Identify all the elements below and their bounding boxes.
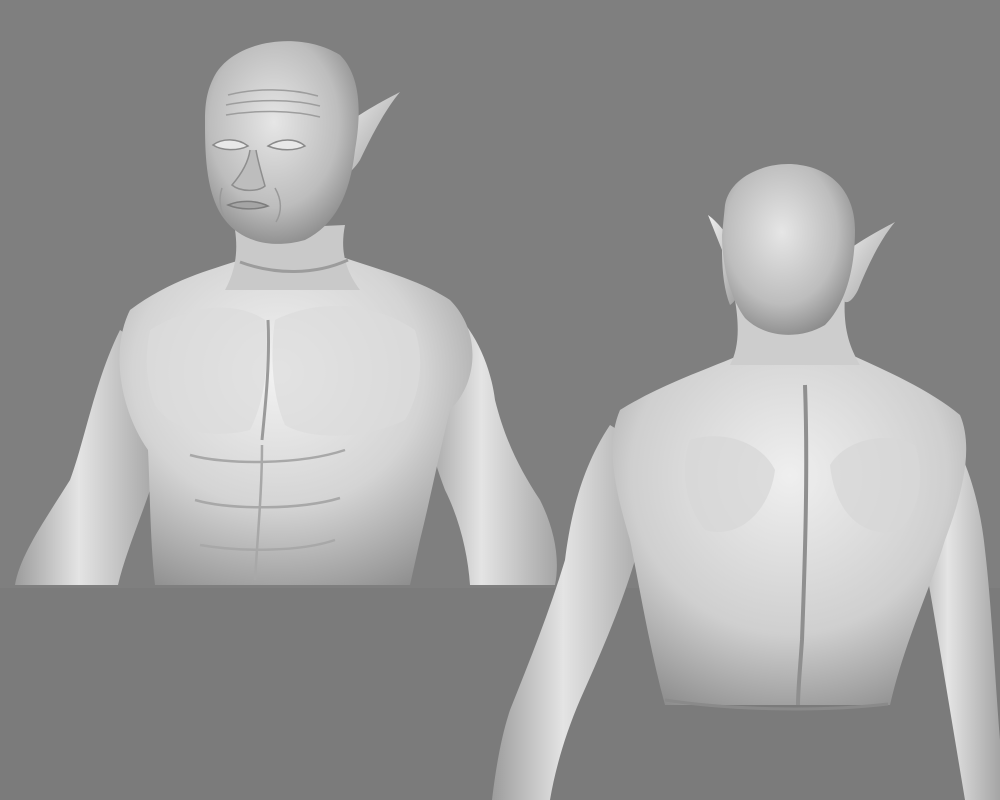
front-pectoral-left	[146, 307, 267, 434]
front-pectoral-right	[272, 306, 421, 436]
back-torso	[612, 352, 967, 705]
sculpt-render	[15, 41, 1000, 800]
front-view-figure	[15, 41, 557, 585]
back-view-figure	[492, 164, 1000, 800]
back-head	[722, 164, 855, 335]
sculpt-viewport	[0, 0, 1000, 800]
